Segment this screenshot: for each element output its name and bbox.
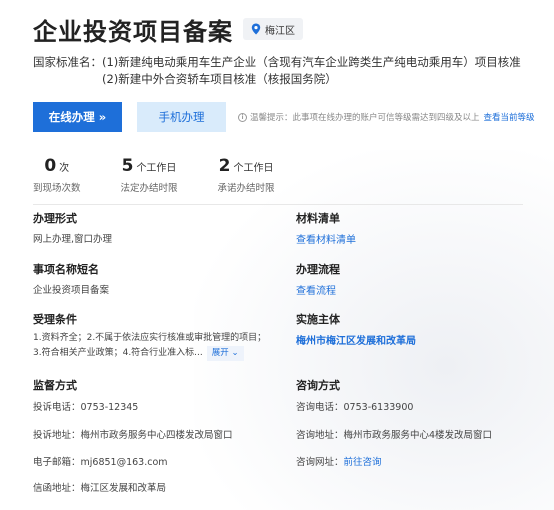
check-level-link[interactable]: 查看当前等级 (484, 111, 535, 123)
page-title: 企业投资项目备案 (33, 17, 233, 46)
supervision-section: 监督方式 (33, 377, 77, 393)
title-row: 企业投资项目备案 梅江区 (33, 12, 554, 46)
info-icon: i (238, 112, 247, 122)
stat-visits-num: 0 (44, 156, 57, 176)
consult-phone: 咨询电话：0753-6133900 (296, 399, 413, 413)
stat-visits-label: 到现场次数 (33, 183, 81, 194)
stat-legal-unit: 个工作日 (136, 163, 177, 174)
materials-link[interactable]: 查看材料清单 (296, 231, 356, 246)
agency-title: 实施主体 (296, 313, 340, 326)
short-name-value: 企业投资项目备案 (33, 285, 110, 296)
email-value: mj6851@163.com (80, 457, 168, 468)
consult-phone-label: 咨询电话： (296, 402, 344, 413)
page: 企业投资项目备案 梅江区 国家标准名： (1)新建纯电动乘用车生产企业（含现有汽… (0, 0, 554, 205)
conditions-title: 受理条件 (33, 313, 77, 326)
stat-visits-unit: 次 (59, 163, 70, 174)
mode-section: 办理形式 网上办理,窗口办理 (33, 210, 112, 245)
consult-section: 咨询方式 (296, 377, 340, 393)
stat-visits: 0次 到现场次数 (33, 156, 81, 194)
stat-promised-limit: 2 个工作日 承诺办结时限 (218, 156, 275, 194)
letter-address-value: 梅江区发展和改革局 (80, 483, 167, 494)
complaint-address: 投诉地址：梅州市政务服务中心四楼发改局窗口 (33, 427, 233, 441)
email-label: 电子邮箱： (33, 457, 81, 468)
materials-title: 材料清单 (296, 212, 340, 225)
process-title: 办理流程 (296, 263, 340, 276)
action-row: 在线办理 » 手机办理 i 温馨提示：此事项在线办理的账户可信等级需达到四级及以… (33, 102, 554, 132)
location-pin-icon (251, 23, 261, 35)
consult-web: 咨询网址：前往咨询 (296, 454, 382, 468)
process-link[interactable]: 查看流程 (296, 282, 340, 297)
email: 电子邮箱：mj6851@163.com (33, 454, 168, 468)
mode-title: 办理形式 (33, 212, 77, 225)
stat-legal-label: 法定办结时限 (120, 183, 178, 194)
expand-button[interactable]: 展开 ⌄ (206, 346, 244, 361)
letter-address: 信函地址：梅江区发展和改革局 (33, 480, 166, 494)
consult-title: 咨询方式 (296, 379, 340, 392)
agency-section: 实施主体 梅州市梅江区发展和改革局 (296, 311, 416, 347)
standard-name-line-1: (1)新建纯电动乘用车生产企业（含现有汽车企业跨类生产纯电动乘用车）项目核准 (102, 55, 521, 69)
region-tag[interactable]: 梅江区 (243, 18, 303, 40)
tip-text: 温馨提示：此事项在线办理的账户可信等级需达到四级及以上 (250, 113, 480, 123)
agency-link[interactable]: 梅州市梅江区发展和改革局 (296, 332, 416, 347)
stat-promised-num: 2 (218, 156, 231, 176)
short-name-section: 事项名称短名 企业投资项目备案 (33, 261, 109, 296)
letter-address-label: 信函地址： (33, 483, 81, 494)
conditions-section: 受理条件 1.资料齐全；2.不属于依法应实行核准或审批管理的项目；3.符合相关产… (33, 311, 273, 361)
consult-address: 咨询地址：梅州市政务服务中心4楼发改局窗口 (296, 427, 492, 441)
standard-name-label: 国家标准名： (33, 55, 102, 69)
complaint-phone-label: 投诉电话： (33, 402, 81, 413)
stat-legal-num: 5 (121, 156, 134, 176)
consult-web-label: 咨询网址： (296, 457, 344, 468)
complaint-address-label: 投诉地址： (33, 430, 81, 441)
conditions-text-wrap: 1.资料齐全；2.不属于依法应实行核准或审批管理的项目；3.符合相关产业政策；4… (33, 331, 273, 361)
tip: i 温馨提示：此事项在线办理的账户可信等级需达到四级及以上 查看当前等级 (238, 111, 535, 123)
complaint-address-value: 梅州市政务服务中心四楼发改局窗口 (80, 430, 233, 441)
online-apply-button[interactable]: 在线办理 » (33, 102, 122, 132)
consult-address-value: 梅州市政务服务中心4楼发改局窗口 (343, 430, 493, 441)
supervision-title: 监督方式 (33, 379, 77, 392)
stat-promised-label: 承诺办结时限 (217, 183, 275, 194)
short-name-title: 事项名称短名 (33, 263, 99, 276)
consult-web-link[interactable]: 前往咨询 (344, 457, 382, 468)
consult-address-label: 咨询地址： (296, 430, 344, 441)
stat-promised-unit: 个工作日 (233, 163, 274, 174)
stat-legal-limit: 5 个工作日 法定办结时限 (121, 156, 178, 194)
mobile-apply-button[interactable]: 手机办理 (137, 102, 226, 132)
divider (33, 204, 523, 205)
complaint-phone-value: 0753-12345 (80, 402, 139, 413)
region-label: 梅江区 (265, 25, 295, 37)
complaint-phone: 投诉电话：0753-12345 (33, 399, 138, 413)
standard-name: 国家标准名： (1)新建纯电动乘用车生产企业（含现有汽车企业跨类生产纯电动乘用车… (33, 54, 554, 88)
mode-value: 网上办理,窗口办理 (33, 234, 113, 245)
stats: 0次 到现场次数 5 个工作日 法定办结时限 2 个工作日 承诺办结时限 (33, 156, 554, 194)
process-section: 办理流程 查看流程 (296, 261, 340, 297)
standard-name-line-2: (2)新建中外合资轿车项目核准（核报国务院） (102, 72, 337, 86)
materials-section: 材料清单 查看材料清单 (296, 210, 356, 246)
consult-phone-value: 0753-6133900 (343, 402, 414, 413)
